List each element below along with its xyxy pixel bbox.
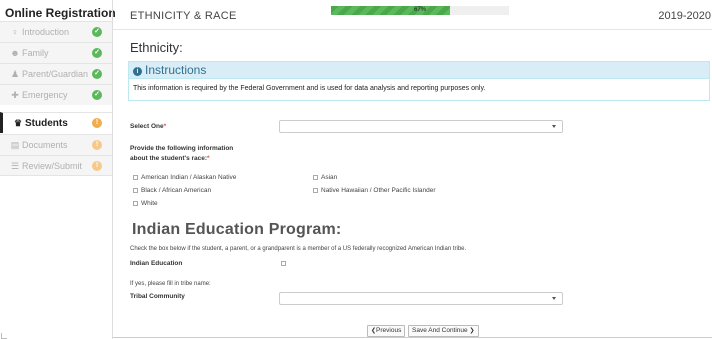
sidebar-item-emergency[interactable]: ✚ Emergency ✓ (0, 84, 112, 105)
race-checkbox-american-indian[interactable]: American Indian / Alaskan Native (133, 174, 236, 181)
race-option-label: American Indian / Alaskan Native (141, 174, 237, 181)
indian-education-checkbox[interactable] (281, 260, 289, 267)
checkbox[interactable] (313, 188, 318, 193)
race-option-label: Native Hawaiian / Other Pacific Islander (321, 187, 436, 194)
exclamation-icon: ! (92, 140, 102, 150)
section-title: ETHNICITY & RACE (130, 10, 237, 22)
race-label-line2-text: about the student's race: (130, 155, 208, 162)
top-bar: ETHNICITY & RACE 67% 2019-2020 (113, 0, 712, 30)
select-one-label: Select One* (130, 123, 166, 130)
group-icon: ✚ (11, 90, 19, 100)
sidebar-item-review-submit[interactable]: ☰ Review/Submit ! (0, 155, 112, 176)
race-label-line1: Provide the following information (130, 145, 234, 152)
race-checkbox-native-hawaiian[interactable]: Native Hawaiian / Other Pacific Islander (313, 187, 436, 194)
ethnicity-select[interactable] (279, 120, 563, 133)
school-year: 2019-2020 (658, 10, 711, 22)
race-option-label: Black / African American (141, 187, 212, 194)
checkbox[interactable] (133, 175, 138, 180)
instructions-header: i Instructions (129, 62, 709, 79)
previous-label: Previous (376, 327, 402, 334)
sidebar-item-label: Documents (22, 140, 68, 150)
race-checkbox-asian[interactable]: Asian (313, 174, 337, 181)
divider (113, 337, 712, 338)
sidebar-item-label: Emergency (22, 90, 68, 100)
indian-education-description: Check the box below if the student, a pa… (130, 246, 467, 252)
sidebar-title: Online Registration (5, 6, 116, 20)
chevron-down-icon (552, 125, 556, 128)
indian-education-label: Indian Education (130, 260, 183, 267)
sidebar-item-label: Family (22, 48, 49, 58)
progress-bar: 67% (331, 6, 509, 15)
document-icon: ▤ (10, 140, 20, 150)
sidebar-item-label: Review/Submit (22, 161, 83, 171)
select-one-label-text: Select One (130, 123, 164, 130)
sidebar-item-label: Students (25, 118, 68, 129)
indian-education-heading: Indian Education Program: (132, 221, 342, 238)
race-checkbox-black[interactable]: Black / African American (133, 187, 211, 194)
checkbox[interactable] (281, 261, 286, 266)
lightbulb-icon: ♀ (11, 27, 19, 37)
checkbox[interactable] (133, 201, 138, 206)
previous-button[interactable]: ❮Previous (367, 325, 406, 337)
sidebar-item-family[interactable]: ☻ Family ✓ (0, 42, 112, 63)
tribe-prompt: If yes, please fill in tribe name: (130, 281, 211, 287)
main-content: ETHNICITY & RACE 67% 2019-2020 Ethnicity… (112, 0, 712, 339)
graduation-cap-icon: ♛ (13, 118, 23, 128)
instructions-text: This information is required by the Fede… (133, 85, 486, 92)
sidebar-item-students[interactable]: ♛ Students ! (0, 112, 112, 133)
instructions-panel: i Instructions This information is requir… (128, 61, 710, 101)
race-option-label: White (141, 200, 158, 207)
race-option-label: Asian (321, 174, 338, 181)
save-and-continue-label: Save And Continue (412, 327, 468, 334)
check-icon: ✓ (92, 90, 102, 100)
checkbox[interactable] (133, 188, 138, 193)
tribal-community-label: Tribal Community (130, 293, 185, 300)
user-icon: ♟ (10, 69, 20, 79)
exclamation-icon: ! (92, 118, 102, 128)
ethnicity-heading: Ethnicity: (130, 40, 183, 55)
chevron-down-icon (552, 297, 556, 300)
sidebar-item-label: Parent/Guardian (22, 69, 89, 79)
required-marker: * (207, 155, 210, 162)
sidebar: Online Registration ♀ Introduction ✓ ☻ F… (0, 0, 116, 339)
users-icon: ☻ (10, 48, 20, 58)
check-icon: ✓ (92, 27, 102, 37)
sidebar-item-label: Introduction (22, 27, 70, 37)
sidebar-item-parent-guardian[interactable]: ♟ Parent/Guardian ✓ (0, 63, 112, 84)
check-icon: ✓ (92, 48, 102, 58)
progress-text: 67% (413, 7, 426, 13)
corner-mark (1, 333, 7, 339)
sidebar-item-documents[interactable]: ▤ Documents ! (0, 134, 112, 155)
exclamation-icon: ! (92, 161, 102, 171)
sidebar-item-introduction[interactable]: ♀ Introduction ✓ (0, 21, 112, 42)
chevron-right-icon: ❯ (469, 328, 475, 334)
list-icon: ☰ (10, 161, 20, 171)
instructions-title: Instructions (145, 63, 207, 77)
save-and-continue-button[interactable]: Save And Continue ❯ (408, 325, 479, 337)
checkbox[interactable] (313, 175, 318, 180)
required-marker: * (163, 123, 167, 130)
tribal-community-select[interactable] (279, 292, 563, 305)
check-icon: ✓ (92, 69, 102, 79)
race-label-line2: about the student's race:* (130, 155, 210, 162)
info-icon: i (133, 67, 142, 76)
race-checkbox-white[interactable]: White (133, 200, 158, 207)
